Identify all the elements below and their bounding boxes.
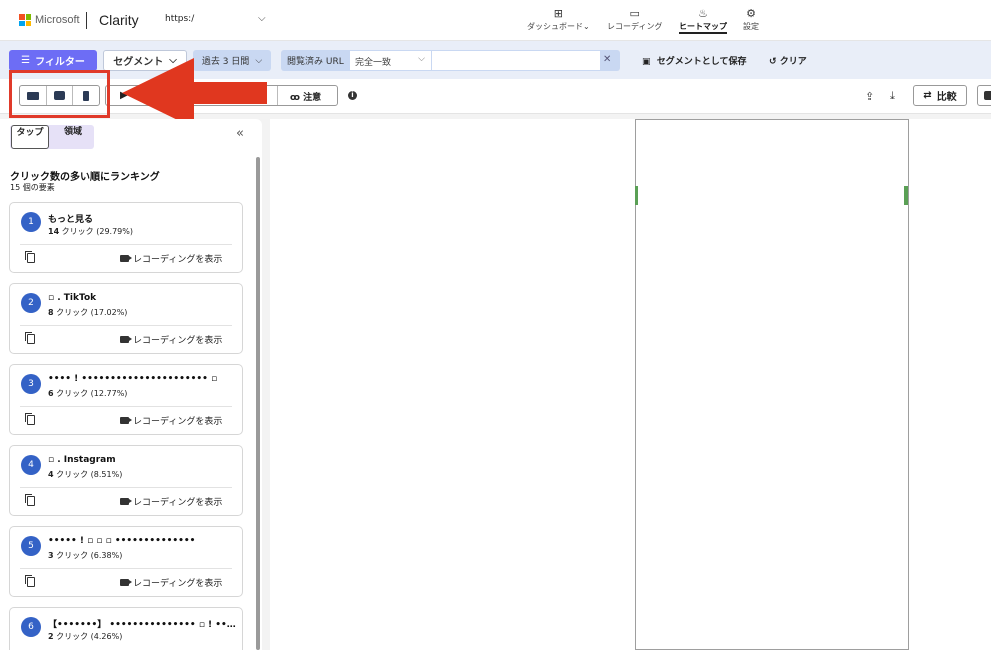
glasses-icon: ꝏ: [290, 93, 300, 103]
nav-heatmaps[interactable]: ♨ ヒートマップ: [679, 7, 727, 34]
top-bar: Microsoft Clarity https:/ ⌵ ⊞ ダッシュボード⌄ ▭…: [0, 0, 991, 41]
rank-badge: 3: [21, 374, 41, 394]
brand-divider: [86, 12, 87, 29]
card-divider: [20, 568, 232, 569]
rank-badge: 2: [21, 293, 41, 313]
ranking-item[interactable]: 1 もっと見る 14 クリック (29.79%) レコーディングを表示: [9, 202, 243, 273]
video-camera-icon: [120, 255, 132, 262]
download-icon[interactable]: ⤓: [890, 89, 895, 103]
panel-scrollbar[interactable]: [256, 157, 260, 650]
close-icon[interactable]: ✕: [603, 54, 611, 65]
url-match-select[interactable]: 完全一致 ⌵: [350, 51, 431, 70]
heat-marker: [904, 186, 908, 205]
caution-button[interactable]: ꝏ 注意: [290, 90, 321, 103]
nav-recordings[interactable]: ▭ レコーディング: [607, 7, 662, 32]
tab-area[interactable]: 領域: [55, 125, 91, 149]
card-divider: [20, 244, 232, 245]
filter-button[interactable]: ☰ フィルター: [9, 50, 97, 71]
element-label: •••• ! •••••••••••••••••••••• ▫: [48, 374, 218, 384]
camera-icon: [984, 91, 991, 100]
mobile-page-preview[interactable]: [635, 119, 909, 650]
rank-badge: 5: [21, 536, 41, 556]
click-count: 3 クリック (6.38%): [48, 551, 123, 560]
url-filter-label: 閲覧済み URL: [287, 57, 344, 67]
element-label: ▫ . TikTok: [48, 293, 97, 303]
click-count: 4 クリック (8.51%): [48, 470, 123, 479]
click-count: 6 クリック (12.77%): [48, 389, 128, 398]
compare-button[interactable]: ⇄ 比較: [913, 85, 967, 106]
screenshot-button[interactable]: [977, 85, 991, 106]
element-label: ▫ . Instagram: [48, 455, 116, 465]
video-camera-icon: [120, 417, 132, 424]
view-recording-button[interactable]: レコーディングを表示: [120, 576, 222, 589]
annotation-highlight-box: [9, 70, 110, 118]
save-icon: ▣: [642, 57, 651, 67]
rank-badge: 1: [21, 212, 41, 232]
copy-icon[interactable]: [25, 494, 35, 506]
collapse-panel-icon[interactable]: «: [236, 126, 244, 141]
view-recording-button[interactable]: レコーディングを表示: [120, 495, 222, 508]
chevron-down-icon: ⌵: [418, 54, 425, 64]
dashboard-icon: ⊞: [553, 7, 563, 20]
video-camera-icon: ▭: [629, 7, 640, 20]
copy-icon[interactable]: [25, 251, 35, 263]
copy-icon[interactable]: [25, 413, 35, 425]
ranking-item[interactable]: 3 •••• ! •••••••••••••••••••••• ▫ 6 クリック…: [9, 364, 243, 435]
microsoft-logo-icon: [19, 14, 31, 26]
project-url[interactable]: https:/: [165, 14, 194, 24]
brand-name: Microsoft: [35, 14, 80, 26]
undo-icon: ↺: [769, 57, 777, 67]
url-filter-chip: 閲覧済み URL 完全一致 ⌵ ✕: [281, 50, 620, 71]
heat-marker: [635, 186, 638, 205]
nav-dashboard[interactable]: ⊞ ダッシュボード⌄: [527, 7, 590, 32]
gear-icon: ⚙: [746, 7, 756, 20]
flame-icon: ♨: [698, 7, 708, 20]
copy-icon[interactable]: [25, 575, 35, 587]
copy-icon[interactable]: [25, 332, 35, 344]
product-name[interactable]: Clarity: [99, 12, 139, 28]
card-divider: [20, 406, 232, 407]
rank-badge: 6: [21, 617, 41, 637]
click-count: 2 クリック (4.26%): [48, 632, 123, 641]
ranking-item[interactable]: 4 ▫ . Instagram 4 クリック (8.51%) レコーディングを表…: [9, 445, 243, 516]
nav-settings[interactable]: ⚙ 設定: [743, 7, 759, 32]
video-camera-icon: [120, 336, 132, 343]
save-segment-button[interactable]: ▣ セグメントとして保存: [642, 54, 747, 67]
panel-title: クリック数の多い順にランキング: [10, 172, 160, 183]
video-camera-icon: [120, 579, 132, 586]
ranking-item[interactable]: 2 ▫ . TikTok 8 クリック (17.02%) レコーディングを表示: [9, 283, 243, 354]
share-icon[interactable]: ⇪: [865, 90, 874, 103]
view-recording-button[interactable]: レコーディングを表示: [120, 252, 222, 265]
element-ranking-panel: タップ 領域 « クリック数の多い順にランキング 15 個の要素 1 もっと見る…: [0, 119, 262, 650]
ranking-item[interactable]: 6 【•••••••】 ••••••••••••••• ▫ ! ••••••••…: [9, 607, 243, 650]
element-label: ••••• ! ▫ ▫ ▫ ••••••••••••••: [48, 536, 196, 546]
view-recording-button[interactable]: レコーディングを表示: [120, 414, 222, 427]
tab-tap[interactable]: タップ: [11, 125, 49, 149]
element-label: 【•••••••】 ••••••••••••••• ▫ ! ••••••••••…: [48, 620, 236, 630]
card-divider: [20, 487, 232, 488]
rank-badge: 4: [21, 455, 41, 475]
view-recording-button[interactable]: レコーディングを表示: [120, 333, 222, 346]
card-divider: [20, 325, 232, 326]
info-icon[interactable]: i: [348, 91, 357, 100]
panel-tabs: タップ 領域: [10, 125, 94, 149]
ranking-item[interactable]: 5 ••••• ! ▫ ▫ ▫ •••••••••••••• 3 クリック (6…: [9, 526, 243, 597]
click-count: 8 クリック (17.02%): [48, 308, 128, 317]
clear-button[interactable]: ↺ クリア: [769, 54, 807, 67]
element-label: もっと見る: [48, 215, 94, 225]
element-count: 15 個の要素: [10, 183, 55, 192]
url-filter-input[interactable]: [432, 51, 600, 70]
swap-icon: ⇄: [923, 90, 932, 101]
filter-icon: ☰: [21, 55, 31, 66]
chevron-down-icon: ⌄: [583, 22, 590, 31]
video-camera-icon: [120, 498, 132, 505]
chevron-down-icon[interactable]: ⌵: [258, 13, 266, 24]
click-count: 14 クリック (29.79%): [48, 227, 133, 236]
